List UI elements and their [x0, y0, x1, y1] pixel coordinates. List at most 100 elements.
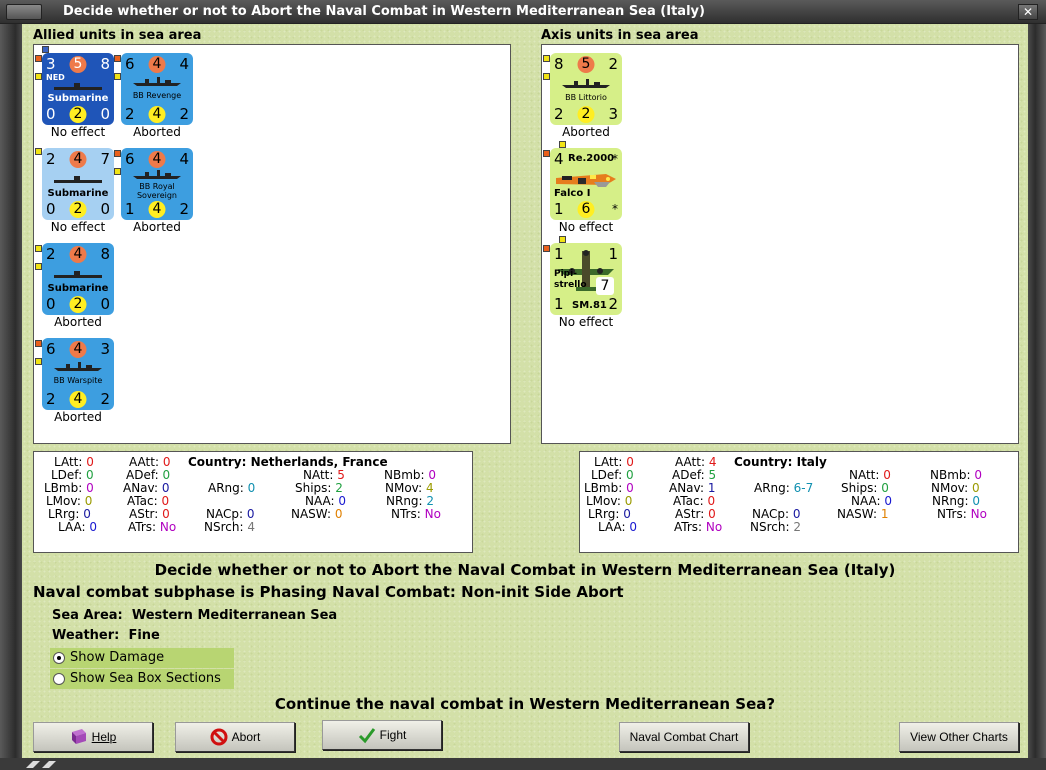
allied-units-panel[interactable]: 3 5 8 NED Submarine 0 2 0 No effect 6 4 … [33, 44, 511, 444]
fighter-plane-icon [556, 174, 616, 187]
unit-stat: 2 [100, 390, 110, 408]
unit-stat: 6 [125, 150, 135, 168]
unit-stat: 0 [46, 105, 56, 123]
help-button[interactable]: Help [33, 722, 153, 752]
unit-stat: 2 [69, 201, 87, 218]
window-frame-bottom [0, 758, 1046, 770]
unit-stat: 3 [100, 340, 110, 358]
resize-grip[interactable] [24, 758, 64, 768]
stat-nmov: NMov: 4 [385, 481, 434, 495]
axis-unit-falco[interactable]: 4 Re.2000 * Falco I 1 6 * [550, 148, 622, 220]
stat-lbmb: LBmb: 0 [44, 481, 94, 495]
unit-marker [35, 263, 42, 270]
submarine-icon [54, 83, 102, 90]
battleship-icon [133, 170, 181, 179]
view-other-charts-button[interactable]: View Other Charts [899, 722, 1019, 752]
stat-atrs: ATrs: No [674, 520, 723, 534]
radio-selected-icon [53, 652, 65, 664]
unit-name: BB Royal Sovereign [136, 182, 178, 200]
help-button-label: Help [91, 730, 117, 744]
unit-stat: 1 [125, 200, 135, 218]
unit-stat: 0 [46, 295, 56, 313]
allied-unit-bb-revenge[interactable]: 6 4 4 BB Revenge 2 4 2 [121, 53, 193, 125]
axis-unit-sm81[interactable]: 1 1 Pipi-strello 7 1 SM.81 2 [550, 243, 622, 315]
unit-stat: 3 [608, 105, 618, 123]
allied-stats-panel: LAtt: 0 LDef: 0 LBmb: 0 LMov: 0 LRrg: 0 … [33, 451, 473, 553]
unit-marker [35, 340, 42, 347]
unit-marker [543, 55, 550, 62]
stat-laa: LAA: 0 [58, 520, 98, 534]
window-frame-left [0, 24, 22, 770]
no-entry-icon [210, 728, 228, 746]
unit-stat: 6 [125, 55, 135, 73]
stat-nasw: NASW: 0 [291, 507, 343, 521]
unit-stat: 2 [69, 106, 87, 123]
unit-name: Falco I [554, 188, 591, 199]
unit-stat: 4 [148, 56, 166, 73]
axis-units-panel[interactable]: 8 5 2 BB Littorio 2 2 3 Aborted 4 Re.200… [541, 44, 1019, 444]
system-menu-button[interactable] [6, 4, 42, 20]
main-heading: Decide whether or not to Abort the Naval… [154, 561, 896, 579]
unit-stat: 8 [100, 55, 110, 73]
title-bar[interactable]: Decide whether or not to Abort the Naval… [0, 0, 1046, 24]
unit-name: Submarine [47, 283, 109, 294]
unit-stat: 0 [100, 200, 110, 218]
unit-stat: 6 [46, 340, 56, 358]
stat-lrrg: LRrg: 0 [588, 507, 631, 521]
unit-stat: 4 [179, 55, 189, 73]
unit-marker [543, 150, 550, 157]
unit-stat: 2 [577, 106, 595, 123]
unit-stat: 3 [46, 55, 56, 73]
unit-stat: 0 [46, 200, 56, 218]
stat-nacp: NACp: 0 [752, 507, 801, 521]
checkmark-icon [358, 728, 375, 744]
unit-stat: 0 [100, 105, 110, 123]
show-damage-radio[interactable]: Show Damage [50, 648, 234, 668]
window-frame-right [1028, 24, 1046, 770]
allied-unit-bb-warspite[interactable]: 6 4 3 BB Warspite 2 4 2 [42, 338, 114, 410]
allied-unit-submarine-2[interactable]: 2 4 7 Submarine 0 2 0 [42, 148, 114, 220]
fight-button-label: Fight [379, 728, 407, 742]
unit-marker [114, 55, 121, 62]
unit-stat: 1 [554, 200, 564, 218]
unit-stat: 2 [554, 105, 564, 123]
unit-name: Submarine [47, 188, 109, 199]
unit-marker [114, 73, 121, 80]
unit-stat: 2 [179, 105, 189, 123]
allied-unit-submarine-3[interactable]: 2 4 8 Submarine 0 2 0 [42, 243, 114, 315]
stat-natt: NAtt: 5 [303, 468, 345, 482]
close-button[interactable]: ✕ [1018, 4, 1038, 20]
view-other-charts-label: View Other Charts [910, 730, 1008, 744]
unit-stat: * [612, 152, 618, 166]
stat-naa: NAA: 0 [305, 494, 347, 508]
unit-stat: 1 [554, 295, 564, 313]
unit-marker [42, 46, 49, 53]
battleship-icon [54, 362, 102, 371]
dialog-window: Decide whether or not to Abort the Naval… [0, 0, 1046, 770]
unit-stat: 5 [69, 56, 87, 73]
allied-unit-bb-royal-sovereign[interactable]: 6 4 4 BB Royal Sovereign 1 4 2 [121, 148, 193, 220]
unit-stat: 8 [100, 245, 110, 263]
unit-stat: 7 [100, 150, 110, 168]
submarine-icon [54, 271, 102, 278]
unit-stat: 8 [554, 55, 564, 73]
unit-stat: 2 [608, 55, 618, 73]
dialog-content: Allied units in sea area 3 5 8 NED Subma… [22, 24, 1028, 758]
stat-atrs: ATrs: No [128, 520, 177, 534]
unit-stat: 6 [577, 201, 595, 218]
unit-stat: 0 [100, 295, 110, 313]
unit-stat: 2 [608, 295, 618, 313]
unit-stat: 4 [148, 201, 166, 218]
unit-stat: 2 [46, 150, 56, 168]
stat-nbmb: NBmb: 0 [384, 468, 437, 482]
naval-combat-chart-button[interactable]: Naval Combat Chart [619, 722, 749, 752]
fight-button[interactable]: Fight [322, 720, 442, 750]
unit-range-badge: 7 [596, 277, 614, 295]
unit-stat: 4 [554, 150, 564, 168]
axis-stats-panel: LAtt: 0 LDef: 0 LBmb: 0 LMov: 0 LRrg: 0 … [579, 451, 1019, 553]
unit-stat: 4 [69, 246, 87, 263]
show-sea-box-radio[interactable]: Show Sea Box Sections [50, 669, 234, 689]
axis-unit-bb-littorio[interactable]: 8 5 2 BB Littorio 2 2 3 [550, 53, 622, 125]
allied-unit-submarine-ned[interactable]: 3 5 8 NED Submarine 0 2 0 [42, 53, 114, 125]
abort-button[interactable]: Abort [175, 722, 295, 752]
